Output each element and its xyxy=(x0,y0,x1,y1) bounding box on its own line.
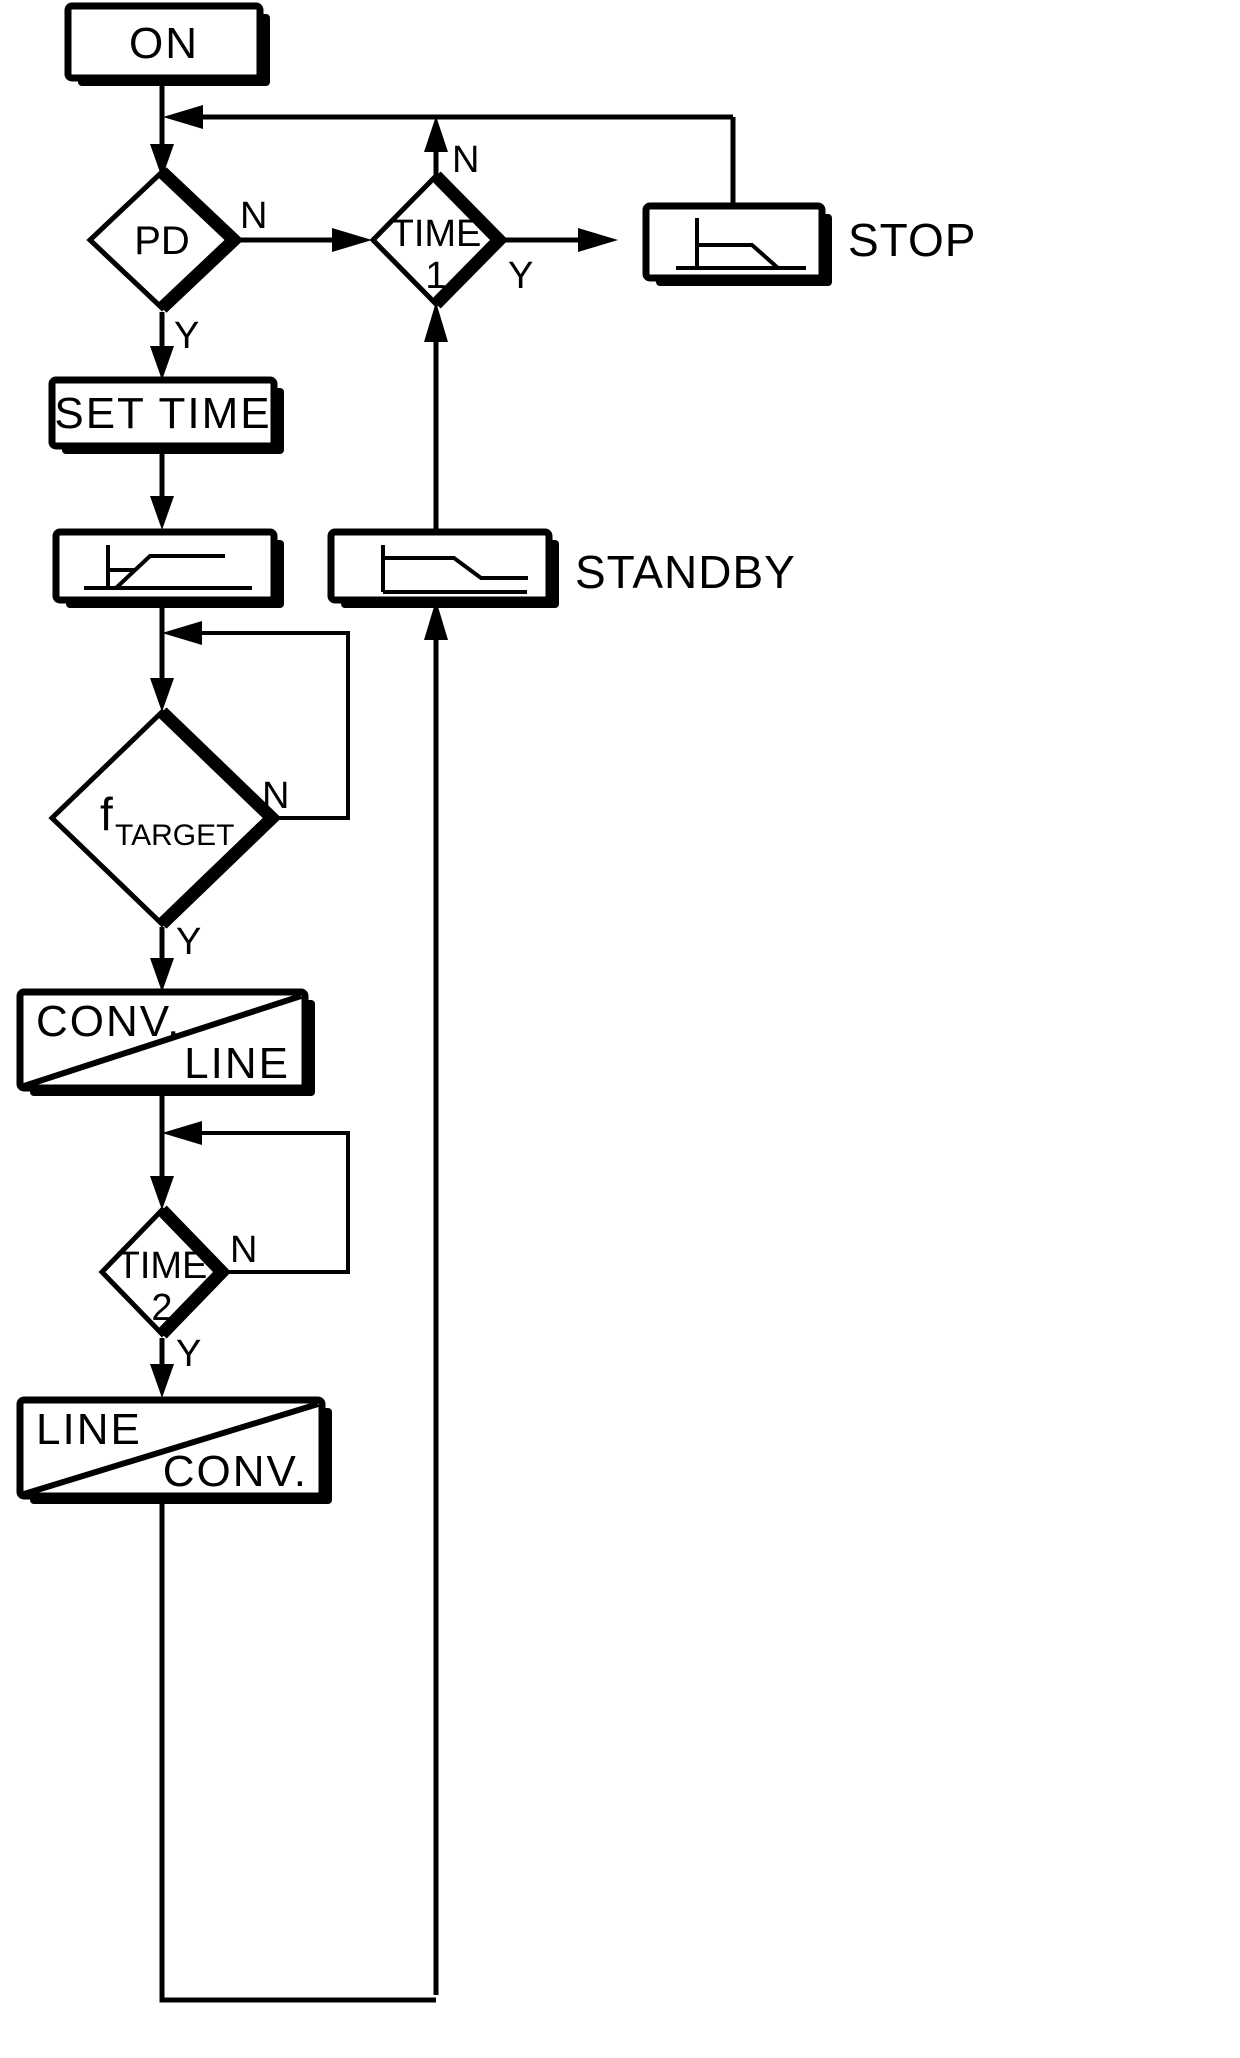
node-standby[interactable] xyxy=(327,528,559,608)
edge-time1-no-up xyxy=(424,116,448,176)
node-pd[interactable]: PD xyxy=(86,167,244,313)
node-f-target[interactable]: f TARGET xyxy=(48,707,282,929)
node-line-conv-label-bottom: CONV. xyxy=(163,1447,308,1496)
node-line-conv[interactable]: LINE CONV. xyxy=(16,1396,332,1504)
node-f-target-subscript: TARGET xyxy=(115,819,234,852)
node-on[interactable]: ON xyxy=(64,2,270,86)
flowchart-canvas: ON PD SET TIME TIME 1 STOP STANDBY f TAR… xyxy=(16,2,976,2003)
edge-convline-to-time2 xyxy=(150,1090,174,1210)
node-f-target-label: f xyxy=(100,788,113,840)
edge-label-ftarget-no: N xyxy=(262,775,289,817)
flowchart-page: ON PD SET TIME TIME 1 STOP STANDBY f TAR… xyxy=(0,0,1240,2058)
node-ramp-up[interactable] xyxy=(52,528,284,608)
edge-time2-yes-to-lineconv xyxy=(150,1338,174,1398)
edge-rampup-to-ftarget xyxy=(150,598,174,712)
node-time1-label-line1: TIME xyxy=(391,213,482,255)
node-time1[interactable]: TIME 1 xyxy=(369,171,509,309)
edge-ftarget-yes-to-convline xyxy=(150,927,174,992)
edge-label-time1-yes: Y xyxy=(508,255,533,297)
edge-label-pd-yes: Y xyxy=(174,315,199,357)
node-standby-side-label: STANDBY xyxy=(575,546,796,598)
edge-settime-to-rampup xyxy=(150,452,174,530)
node-time2-label-line1: TIME xyxy=(117,1245,208,1287)
node-stop[interactable] xyxy=(642,202,832,286)
edge-label-pd-no: N xyxy=(240,195,267,237)
edge-label-time2-yes: Y xyxy=(176,1333,201,1375)
node-line-conv-label-top: LINE xyxy=(36,1405,142,1454)
node-conv-line-label-bottom: LINE xyxy=(184,1039,290,1088)
node-time2-label-line2: 2 xyxy=(151,1287,172,1329)
edge-on-to-pd xyxy=(150,82,174,178)
node-set-time-label: SET TIME xyxy=(54,389,271,438)
edge-label-time1-no: N xyxy=(452,139,479,181)
edge-time1-yes-to-stop xyxy=(499,228,618,252)
node-on-label: ON xyxy=(129,19,199,68)
node-time2[interactable]: TIME 2 xyxy=(98,1205,232,1339)
edge-lineconv-bottom-return xyxy=(159,1500,436,2003)
edge-pd-yes-to-settime xyxy=(150,312,174,380)
node-conv-line-label-top: CONV. xyxy=(36,997,181,1046)
node-pd-label: PD xyxy=(134,219,190,263)
edge-label-ftarget-yes: Y xyxy=(176,921,201,963)
node-time1-label-line2: 1 xyxy=(425,255,446,297)
node-stop-side-label: STOP xyxy=(848,214,976,266)
node-conv-line[interactable]: CONV. LINE xyxy=(16,988,315,1096)
edge-label-time2-no: N xyxy=(230,1229,257,1271)
node-set-time[interactable]: SET TIME xyxy=(48,376,284,454)
